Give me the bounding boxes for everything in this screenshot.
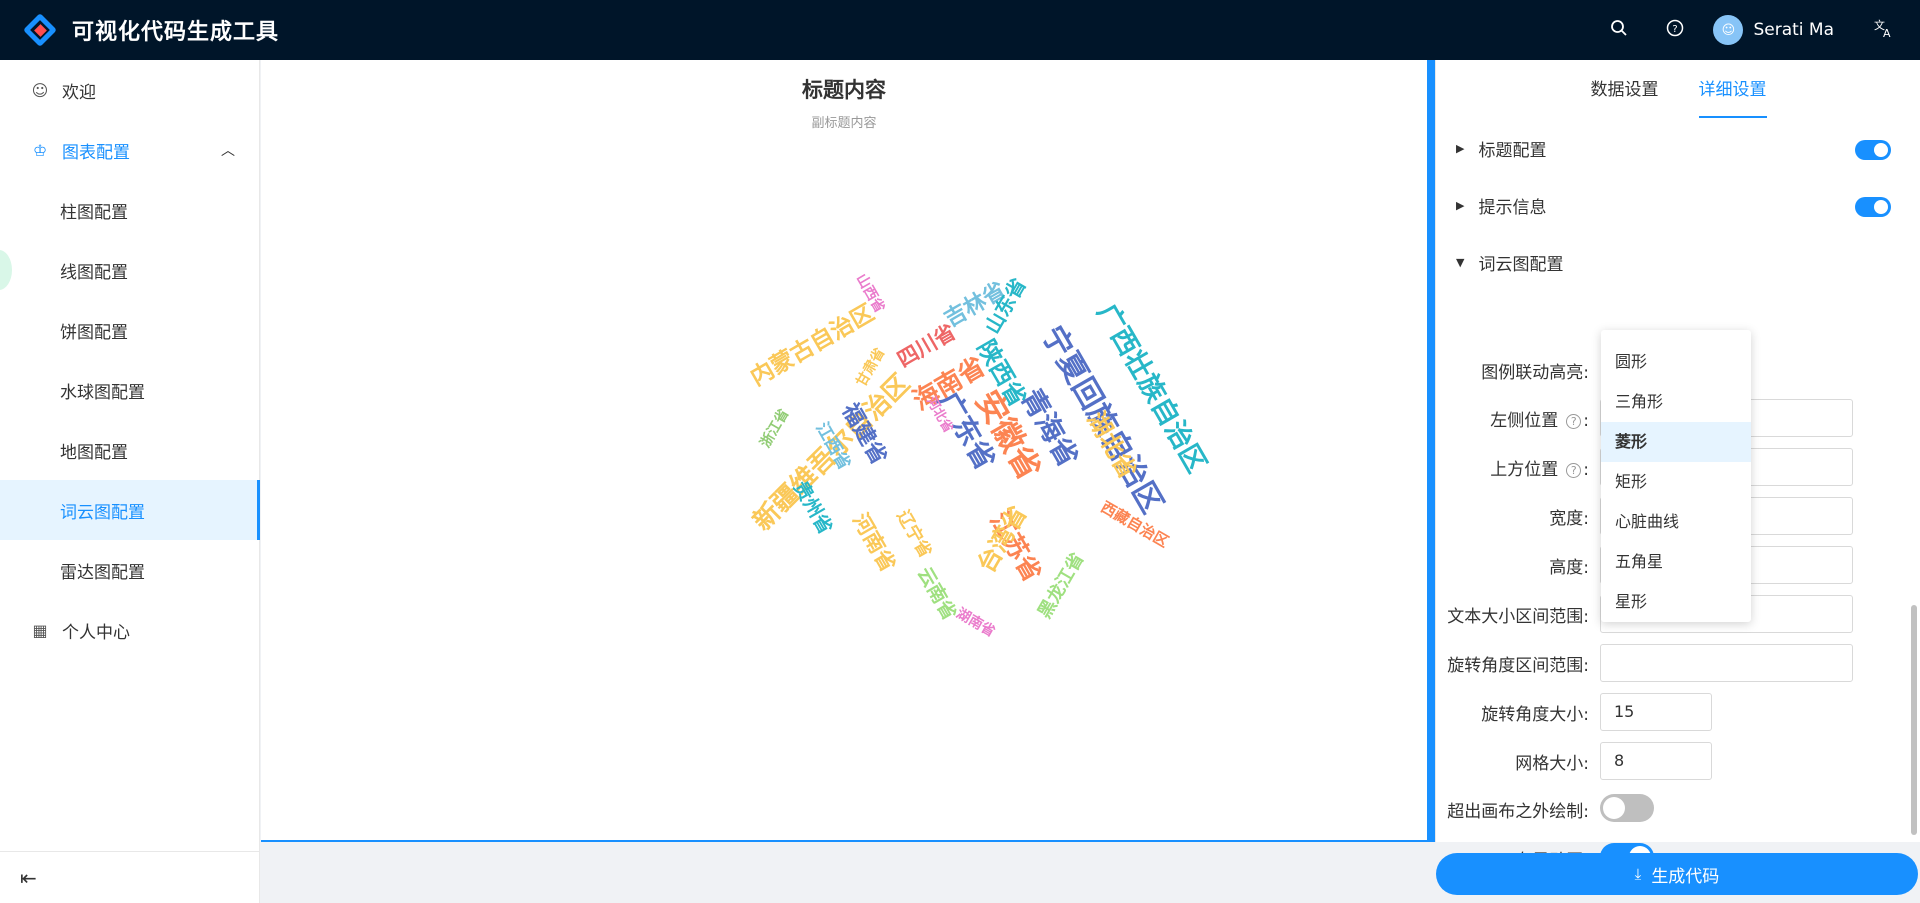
sidebar-item-label: 地图配置	[60, 442, 128, 463]
field-colon: :	[1583, 411, 1589, 431]
grid-size-input[interactable]: 8	[1600, 742, 1712, 780]
section-title-config[interactable]: ▶ 标题配置	[1456, 136, 1547, 161]
option-circle[interactable]: 圆形	[1601, 342, 1751, 382]
settings-tabs: 数据设置 详细设置	[1436, 60, 1920, 122]
chevron-up-icon: ︿	[221, 143, 235, 159]
field-label: 上方位置?:	[1490, 455, 1589, 480]
field-grid-size: 网格大小: 8	[1436, 740, 1920, 780]
help-circle-icon[interactable]: ?	[1566, 463, 1582, 478]
option-star[interactable]: 星形	[1601, 582, 1751, 622]
sidebar: ☺ 欢迎 ♔ 图表配置 ︿ 柱图配置 线图配置 饼图配置 水球图配置 地图配置 …	[0, 60, 260, 903]
user-name: Serati Ma	[1753, 20, 1834, 40]
caret-right-icon: ▶	[1456, 198, 1465, 212]
field-label: 宽度:	[1549, 509, 1589, 529]
smile-icon: ☺	[31, 80, 49, 100]
wordcloud-word[interactable]: 湖南省	[953, 603, 999, 641]
sidebar-item-label: 饼图配置	[60, 322, 128, 343]
field-label: 网格大小:	[1515, 754, 1589, 774]
sidebar-item-label: 图表配置	[62, 142, 130, 163]
tab-detail-settings[interactable]: 详细设置	[1698, 60, 1767, 118]
download-icon: ⤓	[1634, 865, 1642, 883]
caret-right-icon: ▶	[1456, 141, 1465, 155]
svg-text:A: A	[1883, 27, 1891, 38]
sidebar-item-label: 线图配置	[60, 262, 128, 283]
field-label: 文本大小区间范围:	[1447, 607, 1589, 627]
help-icon[interactable]: ?	[1647, 19, 1703, 42]
scrollbar-thumb[interactable]	[1911, 605, 1917, 835]
field-label-text: 左侧位置	[1490, 411, 1559, 431]
chart-canvas: 标题内容 副标题内容 内蒙古自治区 新疆维吾尔自治区 浙江省 福建省 江西省 贵州省 甘肃省…	[261, 60, 1427, 842]
panel-scrollbar[interactable]	[1910, 60, 1918, 842]
rotation-range-input[interactable]	[1600, 644, 1853, 682]
top-header: 可视化代码生成工具 ? ☺ Serati Ma 文A	[0, 0, 1920, 60]
crown-icon: ♔	[32, 140, 48, 160]
svg-text:?: ?	[1673, 24, 1678, 35]
option-diamond[interactable]: 菱形	[1601, 422, 1751, 462]
help-circle-icon[interactable]: ?	[1566, 414, 1582, 429]
shape-dropdown: 圆形 三角形 菱形 矩形 心脏曲线 五角星 星形	[1601, 330, 1751, 622]
field-label: 高度:	[1549, 558, 1589, 578]
title-config-toggle[interactable]	[1855, 140, 1891, 160]
field-rotation-step: 旋转角度大小: 15	[1436, 691, 1920, 731]
search-icon[interactable]	[1591, 19, 1647, 42]
table-icon: ▦	[32, 620, 48, 640]
rotation-step-input[interactable]: 15	[1600, 693, 1712, 731]
sidebar-collapse-button[interactable]: ⇤	[0, 851, 260, 903]
field-colon: :	[1583, 460, 1589, 480]
sidebar-item-profile[interactable]: ▦ 个人中心	[0, 600, 259, 660]
draw-outside-toggle[interactable]	[1600, 794, 1654, 822]
menu-fold-icon: ⇤	[20, 865, 37, 890]
field-label: 图例联动高亮:	[1481, 363, 1589, 383]
wordcloud-word[interactable]: 浙江省	[755, 405, 793, 451]
app-title: 可视化代码生成工具	[72, 20, 280, 45]
sidebar-item-map[interactable]: 地图配置	[0, 420, 259, 480]
sidebar-item-line[interactable]: 线图配置	[0, 240, 259, 300]
sidebar-item-label: 欢迎	[62, 82, 96, 103]
caret-down-icon: ▼	[1456, 255, 1465, 269]
translate-icon[interactable]: 文A	[1856, 18, 1912, 43]
word-cloud: 内蒙古自治区 新疆维吾尔自治区 浙江省 福建省 江西省 贵州省 甘肃省 山西省 四川省 海南省 广东…	[261, 60, 1427, 842]
generate-code-label: 生成代码	[1651, 866, 1720, 887]
section-label: 提示信息	[1478, 197, 1547, 218]
sidebar-item-label: 柱图配置	[60, 202, 128, 223]
sidebar-item-label: 词云图配置	[60, 502, 145, 523]
section-wordcloud-config[interactable]: ▼ 词云图配置	[1456, 250, 1564, 275]
sidebar-item-welcome[interactable]: ☺ 欢迎	[0, 60, 259, 120]
field-label: 超出画布之外绘制:	[1447, 802, 1589, 822]
field-label-text: 上方位置	[1490, 460, 1559, 480]
section-label: 词云图配置	[1478, 254, 1564, 275]
sidebar-item-label: 个人中心	[62, 622, 130, 643]
option-cardioid[interactable]: 心脏曲线	[1601, 502, 1751, 542]
sidebar-item-bar[interactable]: 柱图配置	[0, 180, 259, 240]
sidebar-item-wordcloud[interactable]: 词云图配置	[0, 480, 260, 540]
avatar: ☺	[1713, 15, 1744, 45]
field-rotation-range: 旋转角度区间范围:	[1436, 642, 1920, 682]
option-triangle[interactable]: 三角形	[1601, 382, 1751, 422]
field-label: 左侧位置?:	[1490, 406, 1589, 431]
field-draw-outside: 超出画布之外绘制:	[1436, 788, 1920, 828]
sidebar-item-label: 水球图配置	[60, 382, 145, 403]
field-label: 旋转角度区间范围:	[1447, 656, 1589, 676]
app-logo-icon	[22, 12, 58, 48]
panel-resize-handle[interactable]	[1427, 60, 1435, 842]
sidebar-item-liquid[interactable]: 水球图配置	[0, 360, 259, 420]
user-menu[interactable]: ☺ Serati Ma	[1713, 15, 1834, 45]
sidebar-item-pie[interactable]: 饼图配置	[0, 300, 259, 360]
field-label: 旋转角度大小:	[1481, 705, 1589, 725]
sidebar-item-chart-config[interactable]: ♔ 图表配置 ︿	[0, 120, 259, 180]
option-pentagon[interactable]: 五角星	[1601, 542, 1751, 582]
option-rect[interactable]: 矩形	[1601, 462, 1751, 502]
tab-data-settings[interactable]: 数据设置	[1591, 60, 1659, 118]
section-tooltip[interactable]: ▶ 提示信息	[1456, 193, 1547, 218]
section-label: 标题配置	[1478, 140, 1547, 161]
wordcloud-word[interactable]: 辽宁省	[892, 505, 939, 561]
generate-code-button[interactable]: ⤓ 生成代码	[1436, 853, 1918, 895]
sidebar-item-radar[interactable]: 雷达图配置	[0, 540, 259, 600]
tooltip-toggle[interactable]	[1855, 197, 1891, 217]
sidebar-item-label: 雷达图配置	[60, 562, 145, 583]
